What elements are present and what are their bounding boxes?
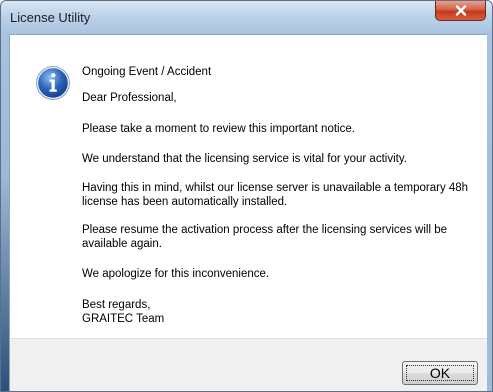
ok-button[interactable]: OK <box>402 361 478 385</box>
close-button[interactable] <box>435 1 486 21</box>
dialog-content: Ongoing Event / Accident Dear Profession… <box>9 34 487 391</box>
notice-line-1: Please take a moment to review this impo… <box>82 123 355 135</box>
license-utility-dialog: License Utility Ongoing Event / Accident… <box>0 0 493 392</box>
information-icon <box>36 66 70 100</box>
close-icon <box>455 5 467 16</box>
window-frame-left <box>1 34 9 391</box>
closing-text: Best regards, <box>82 299 151 311</box>
window-title: License Utility <box>10 10 91 25</box>
notice-line-4a: Please resume the activation process aft… <box>82 224 447 236</box>
button-bar: OK <box>10 338 487 391</box>
notice-line-3a: Having this in mind, whilst our license … <box>82 182 469 194</box>
window-frame-right <box>487 34 492 391</box>
notice-line-2: We understand that the licensing service… <box>82 153 407 165</box>
apology-text: We apologize for this inconvenience. <box>82 268 270 280</box>
notice-heading: Ongoing Event / Accident <box>82 66 212 78</box>
greeting-text: Dear Professional, <box>82 92 177 104</box>
title-bar[interactable]: License Utility <box>1 1 492 34</box>
notice-line-4b: available again. <box>82 238 162 250</box>
notice-line-3b: license has been automatically installed… <box>82 196 288 208</box>
signature-text: GRAITEC Team <box>82 313 165 325</box>
